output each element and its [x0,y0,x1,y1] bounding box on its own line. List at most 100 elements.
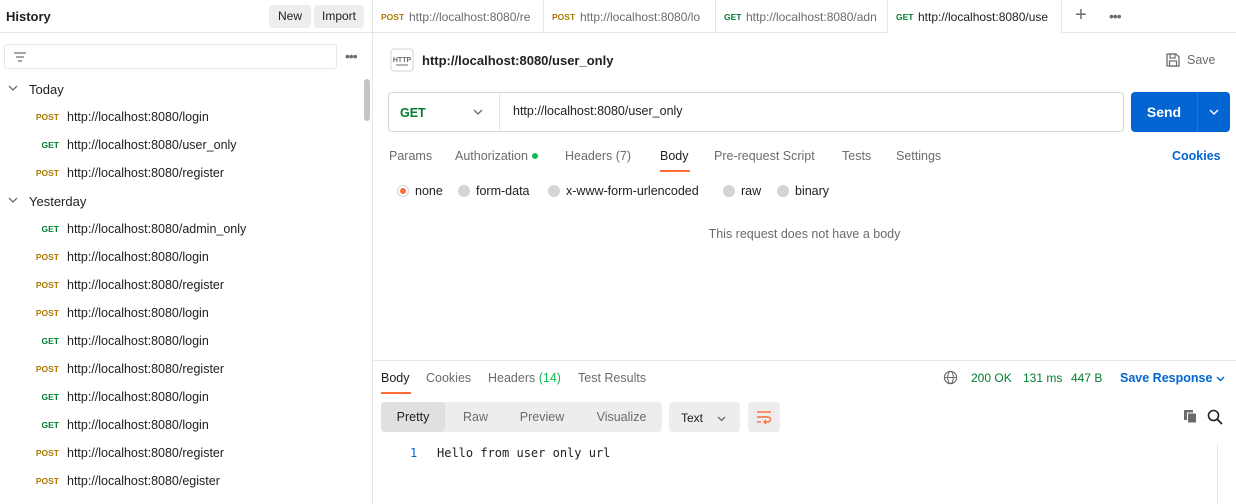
tab-method: GET [896,12,914,22]
request-tab[interactable]: GET http://localhost:8080/use [888,0,1062,33]
sidebar-more-icon[interactable]: ••• [345,48,358,64]
history-item-method: POST [35,448,59,458]
history-sidebar: History New Import ••• Today POST http://l… [0,0,373,504]
history-item-url: http://localhost:8080/login [67,110,209,124]
wrap-lines-icon [757,411,772,425]
history-item[interactable]: GET http://localhost:8080/login [0,329,360,353]
history-item-url: http://localhost:8080/login [67,390,209,404]
globe-icon[interactable] [943,370,958,385]
history-item[interactable]: POST http://localhost:8080/login [0,105,360,129]
tab-settings[interactable]: Settings [896,149,941,163]
response-size[interactable]: 447 B [1071,371,1102,385]
send-divider [1197,92,1198,132]
send-button[interactable]: Send [1131,92,1230,132]
request-tab[interactable]: POST http://localhost:8080/lo [544,0,716,33]
sidebar-title: History [6,9,51,24]
tab-tests[interactable]: Tests [842,149,871,163]
tab-url: http://localhost:8080/lo [580,10,701,24]
history-item[interactable]: GET http://localhost:8080/admin_only [0,217,360,241]
radio-label: form-data [476,184,530,198]
history-item[interactable]: POST http://localhost:8080/register [0,441,360,465]
history-group[interactable]: Yesterday [0,189,360,213]
send-label: Send [1146,104,1182,120]
method-label: GET [400,106,426,120]
response-tab-test-results[interactable]: Test Results [578,371,646,385]
send-options-chevron-icon[interactable] [1209,108,1219,116]
history-item[interactable]: POST http://localhost:8080/login [0,301,360,325]
history-item-url: http://localhost:8080/login [67,418,209,432]
history-group[interactable]: Today [0,77,360,101]
request-tab-bar: POST http://localhost:8080/re POST http://l… [373,0,1236,33]
chevron-down-icon[interactable] [1216,375,1225,382]
response-status[interactable]: 200 OK [971,371,1012,385]
import-button[interactable]: Import [314,5,364,28]
tab-authorization[interactable]: Authorization [455,149,538,163]
history-item-method: POST [35,308,59,318]
wrap-lines-button[interactable] [748,402,780,432]
history-item-url: http://localhost:8080/user_only [67,138,237,152]
history-item-url: http://localhost:8080/admin_only [67,222,247,236]
history-item-method: POST [35,252,59,262]
response-tab-cookies[interactable]: Cookies [426,371,471,385]
response-headers-label: Headers [488,371,536,385]
search-icon[interactable] [1207,409,1223,425]
line-number: 1 [410,446,418,460]
save-response-button[interactable]: Save Response [1120,371,1212,385]
tab-body[interactable]: Body [660,149,689,163]
sidebar-scrollbar[interactable] [364,79,370,121]
response-active-tab-indicator [381,392,411,394]
url-input[interactable]: http://localhost:8080/user_only [513,104,683,118]
request-tab[interactable]: POST http://localhost:8080/re [373,0,544,33]
history-item-url: http://localhost:8080/login [67,334,209,348]
response-divider[interactable] [373,360,1236,361]
view-visualize-button[interactable]: Visualize [584,402,659,432]
view-raw-button[interactable]: Raw [447,402,504,432]
history-item-method: POST [35,476,59,486]
radio-circle [777,185,789,197]
history-group-label: Today [29,82,64,97]
chevron-down-icon [8,197,18,203]
radio-circle [397,185,409,197]
response-view-selector: Pretty Raw Preview Visualize [381,402,662,432]
copy-icon[interactable] [1183,409,1198,424]
request-tab[interactable]: GET http://localhost:8080/adn [716,0,888,33]
radio-label: x-www-form-urlencoded [566,184,699,198]
tab-params[interactable]: Params [389,149,432,163]
tab-pre-request-script[interactable]: Pre-request Script [714,149,815,163]
history-item[interactable]: GET http://localhost:8080/login [0,385,360,409]
history-item[interactable]: GET http://localhost:8080/login [0,413,360,437]
view-preview-button[interactable]: Preview [506,402,578,432]
auth-status-dot [531,153,538,159]
response-tab-headers[interactable]: Headers (14) [488,371,561,385]
format-select[interactable]: Text [669,402,740,432]
history-item[interactable]: POST http://localhost:8080/register [0,357,360,381]
history-item-method: POST [35,280,59,290]
history-item-method: POST [35,168,59,178]
history-filter-input[interactable] [4,44,337,69]
tab-method: POST [381,12,405,22]
history-item-url: http://localhost:8080/egister [67,474,220,488]
empty-body-message: This request does not have a body [708,227,901,241]
history-item[interactable]: POST http://localhost:8080/egister [0,469,360,493]
radio-circle [458,185,470,197]
save-icon[interactable] [1165,52,1181,68]
tab-method: GET [724,12,742,22]
method-select[interactable]: GET [389,93,500,131]
view-pretty-button[interactable]: Pretty [381,402,445,432]
add-tab-icon[interactable]: + [1071,5,1091,26]
editor-scroll-gutter [1217,444,1218,504]
response-tab-body[interactable]: Body [381,371,410,385]
history-item[interactable]: POST http://localhost:8080/login [0,245,360,269]
response-time[interactable]: 131 ms [1023,371,1062,385]
tab-more-icon[interactable]: ••• [1109,8,1122,24]
request-title[interactable]: http://localhost:8080/user_only [422,53,613,68]
history-item[interactable]: GET http://localhost:8080/user_only [0,133,360,157]
history-item-url: http://localhost:8080/register [67,278,225,292]
history-group-label: Yesterday [29,194,87,209]
history-item[interactable]: POST http://localhost:8080/register [0,161,360,185]
cookies-link[interactable]: Cookies [1172,149,1221,163]
tab-headers[interactable]: Headers (7) [565,149,631,163]
new-button[interactable]: New [269,5,311,28]
save-button[interactable]: Save [1187,53,1216,67]
history-item[interactable]: POST http://localhost:8080/register [0,273,360,297]
